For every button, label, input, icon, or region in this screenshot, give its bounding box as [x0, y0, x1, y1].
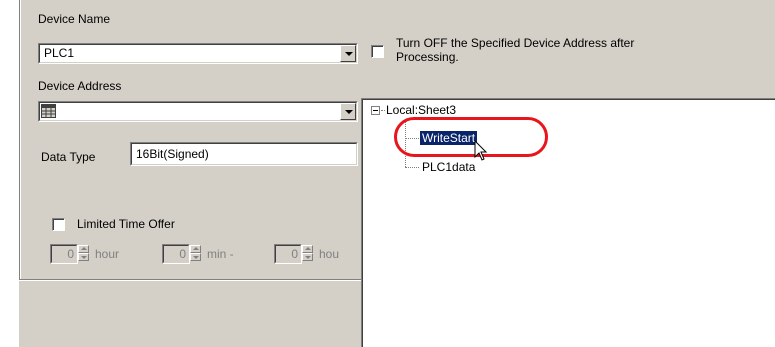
tree-line [405, 167, 419, 168]
device-address-dropdown-button[interactable] [340, 103, 356, 120]
data-type-value: 16Bit(Signed) [131, 143, 357, 165]
turn-off-checkbox[interactable] [371, 45, 384, 58]
min-unit: min - [207, 247, 234, 261]
tree-root-node[interactable]: Local:Sheet3 [384, 103, 458, 117]
min-field[interactable]: 0 [162, 244, 190, 264]
min-spinner[interactable] [190, 245, 201, 262]
grid-icon[interactable] [41, 104, 56, 118]
device-address-combobox[interactable] [38, 101, 358, 122]
device-name-value: PLC1 [39, 44, 357, 63]
data-type-field[interactable]: 16Bit(Signed) [130, 142, 358, 166]
tree-node-plc1data[interactable]: PLC1data [420, 160, 477, 174]
device-address-label: Device Address [38, 79, 122, 93]
callout-highlight [394, 117, 548, 157]
hour2-field[interactable]: 0 [274, 244, 302, 264]
limited-time-checkbox[interactable] [52, 218, 65, 231]
spin-down-icon[interactable] [190, 253, 201, 261]
spin-up-icon[interactable] [78, 245, 89, 253]
turn-off-label-line1: Turn OFF the Specified Device Address af… [396, 36, 635, 50]
spin-up-icon[interactable] [302, 245, 313, 253]
spin-down-icon[interactable] [302, 253, 313, 261]
chevron-down-icon [345, 52, 353, 56]
limited-time-label: Limited Time Offer [77, 217, 175, 231]
dialog-edge-light [20, 0, 21, 279]
device-name-dropdown-button[interactable] [340, 45, 356, 62]
turn-off-label-line2: Processing. [396, 50, 459, 64]
hour2-unit: hou [319, 247, 340, 261]
data-type-label: Data Type [41, 150, 96, 164]
collapse-icon[interactable] [371, 106, 380, 115]
hour2-value: 0 [275, 245, 301, 263]
min-value: 0 [163, 245, 189, 263]
device-name-combobox[interactable]: PLC1 [38, 43, 358, 64]
group-divider-light [19, 280, 362, 281]
hour-unit: hour [95, 247, 120, 261]
spin-up-icon[interactable] [190, 245, 201, 253]
mouse-cursor-icon [474, 140, 488, 161]
device-name-label: Device Name [38, 12, 111, 26]
hour-value: 0 [51, 245, 77, 263]
hour-field[interactable]: 0 [50, 244, 78, 264]
hour-spinner[interactable] [78, 245, 89, 262]
device-address-value [39, 102, 357, 121]
spin-down-icon[interactable] [78, 253, 89, 261]
chevron-down-icon [345, 110, 353, 114]
hour2-spinner[interactable] [302, 245, 313, 262]
